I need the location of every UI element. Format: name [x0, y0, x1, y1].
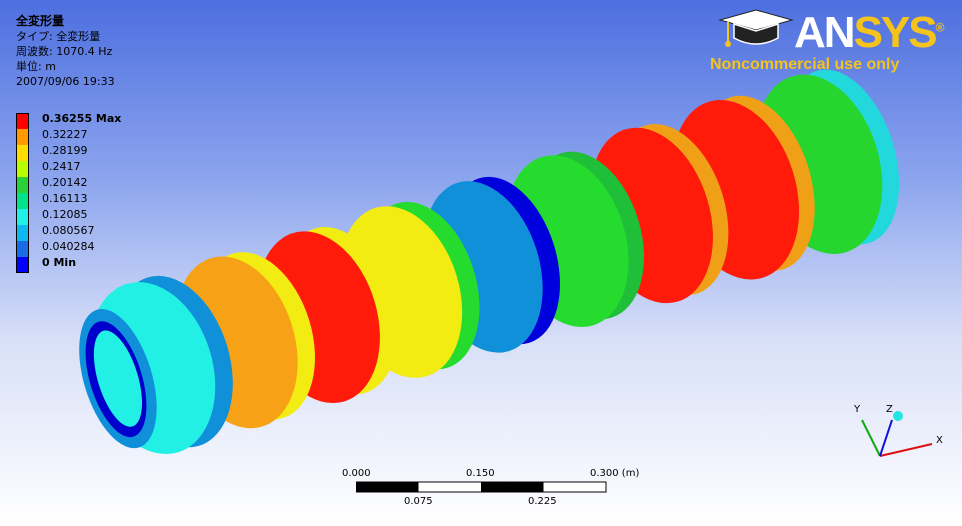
bellows-model — [79, 69, 900, 455]
scale-label: 0.300 (m) — [590, 468, 640, 479]
axis-triad: X Y Z — [853, 404, 943, 457]
axis-z-label: Z — [886, 404, 893, 415]
scale-label: 0.225 — [528, 496, 557, 507]
scale-bar: 0.000 0.150 0.300 (m) 0.075 0.225 — [340, 468, 660, 512]
deformed-model-view[interactable] — [0, 0, 962, 526]
scale-label: 0.075 — [404, 496, 433, 507]
scale-ruler — [356, 481, 607, 493]
axis-x-label: X — [936, 435, 943, 446]
scale-label: 0.150 — [466, 468, 495, 479]
scale-label: 0.000 — [342, 468, 371, 479]
axis-y-label: Y — [853, 404, 861, 415]
